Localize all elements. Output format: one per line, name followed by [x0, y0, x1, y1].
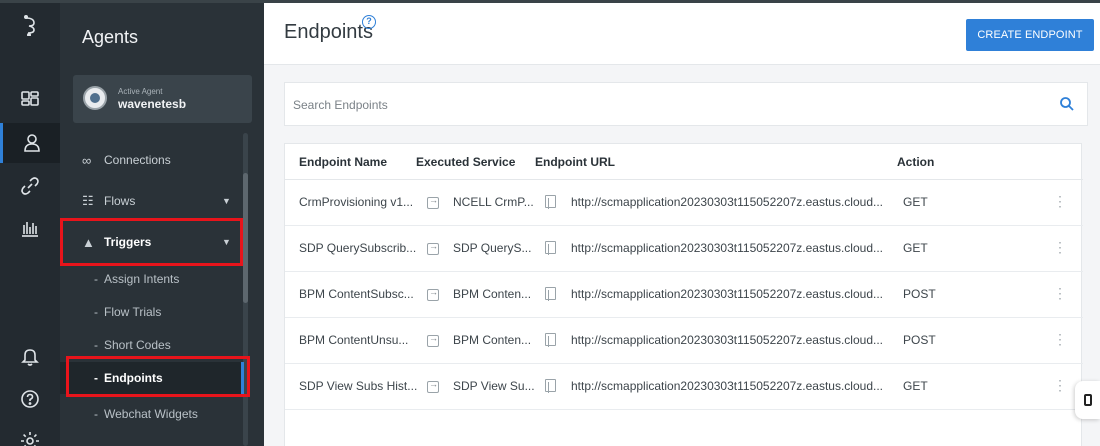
copy-icon[interactable]: [545, 241, 556, 255]
column-header-action[interactable]: Action: [897, 155, 934, 169]
executed-service: SDP View Su...: [453, 379, 535, 393]
help-icon[interactable]: [0, 379, 60, 419]
copy-icon[interactable]: [545, 379, 556, 393]
link-icon: ∞: [82, 152, 92, 168]
service-icon: [427, 287, 439, 301]
sidebar-item-label: Flows: [104, 194, 136, 208]
executed-service: BPM Conten...: [453, 287, 532, 301]
help-icon[interactable]: ?: [362, 15, 376, 29]
kebab-icon[interactable]: ⋮: [1053, 286, 1067, 300]
executed-service: BPM Conten...: [453, 333, 532, 347]
http-action: POST: [903, 333, 936, 347]
search-input[interactable]: [293, 94, 993, 116]
dashboard-icon[interactable]: [0, 80, 60, 120]
floating-widget-tab[interactable]: [1075, 381, 1100, 419]
page-header: Endpoints ? CREATE ENDPOINT: [264, 3, 1100, 65]
sidebar-item-label: Connections: [104, 153, 171, 167]
service-icon: [427, 195, 439, 209]
sidebar-title: Agents: [82, 27, 139, 47]
settings-icon[interactable]: [0, 421, 60, 446]
sidebar-item-connections[interactable]: ∞ Connections: [60, 142, 240, 178]
sidebar-subitem-flow-trials[interactable]: - Flow Trials: [60, 296, 244, 328]
endpoint-url: http://scmapplication20230303t115052207z…: [571, 241, 883, 255]
dash-marker: -: [94, 407, 98, 421]
kebab-icon[interactable]: ⋮: [1053, 194, 1067, 208]
endpoint-name: CrmProvisioning v1...: [299, 195, 414, 209]
kebab-icon[interactable]: ⋮: [1053, 240, 1067, 254]
sidebar-subitem-label: Short Codes: [104, 338, 171, 352]
sidebar-subitem-label: Webchat Widgets: [104, 407, 198, 421]
table-row[interactable]: BPM ContentUnsu... BPM Conten... http://…: [285, 318, 1083, 364]
copy-icon[interactable]: [545, 195, 556, 209]
main-content: Endpoints ? CREATE ENDPOINT Endpoint Nam…: [264, 3, 1100, 446]
sidebar-subitem-webchat-widgets[interactable]: - Webchat Widgets: [60, 398, 244, 430]
highlight-box-triggers: [60, 218, 243, 266]
search-icon[interactable]: [1059, 96, 1075, 112]
create-endpoint-button[interactable]: CREATE ENDPOINT: [966, 19, 1094, 51]
table-row-partial: [285, 434, 1083, 446]
analytics-icon[interactable]: [0, 208, 60, 248]
service-icon: [427, 333, 439, 347]
link-icon[interactable]: [0, 166, 60, 206]
chevron-down-icon: ▼: [222, 196, 231, 206]
endpoint-url: http://scmapplication20230303t115052207z…: [571, 195, 883, 209]
active-agent-card[interactable]: Active Agent wavenetesb: [73, 75, 252, 123]
agent-avatar: [83, 86, 107, 110]
dash-marker: -: [94, 338, 98, 352]
highlight-box-endpoints: [66, 356, 250, 397]
endpoint-url: http://scmapplication20230303t115052207z…: [571, 333, 883, 347]
sidebar-subitem-label: Flow Trials: [104, 305, 162, 319]
service-icon: [427, 241, 439, 255]
http-action: GET: [903, 241, 928, 255]
column-header-executed-service[interactable]: Executed Service: [416, 155, 515, 169]
column-header-endpoint-url[interactable]: Endpoint URL: [535, 155, 615, 169]
column-header-endpoint-name[interactable]: Endpoint Name: [299, 155, 387, 169]
table-row[interactable]: CrmProvisioning v1... NCELL CrmP... http…: [285, 180, 1083, 226]
endpoint-name: SDP View Subs Hist...: [299, 379, 418, 393]
executed-service: SDP QueryS...: [453, 241, 532, 255]
copy-icon[interactable]: [545, 287, 556, 301]
table-row[interactable]: SDP View Subs Hist... SDP View Su... htt…: [285, 364, 1083, 410]
agent-name: wavenetesb: [118, 97, 187, 111]
logo-icon[interactable]: [0, 5, 60, 45]
table-header: Endpoint Name Executed Service Endpoint …: [285, 144, 1083, 180]
bell-icon[interactable]: [0, 336, 60, 376]
table-row[interactable]: BPM ContentSubsc... BPM Conten... http:/…: [285, 272, 1083, 318]
dash-marker: -: [94, 305, 98, 319]
endpoint-url: http://scmapplication20230303t115052207z…: [571, 379, 883, 393]
copy-icon[interactable]: [545, 333, 556, 347]
icon-rail: [0, 3, 60, 446]
search-box: [284, 82, 1088, 126]
sidebar-subitem-assign-intents[interactable]: - Assign Intents: [60, 263, 244, 295]
endpoint-name: BPM ContentSubsc...: [299, 287, 414, 301]
sidebar-item-flows[interactable]: ☷ Flows ▼: [60, 183, 240, 219]
agent-subtitle: Active Agent: [118, 87, 163, 96]
endpoint-name: BPM ContentUnsu...: [299, 333, 409, 347]
endpoint-url: http://scmapplication20230303t115052207z…: [571, 287, 883, 301]
endpoint-name: SDP QuerySubscrib...: [299, 241, 417, 255]
kebab-icon[interactable]: ⋮: [1053, 332, 1067, 346]
kebab-icon[interactable]: ⋮: [1053, 378, 1067, 392]
endpoints-table: Endpoint Name Executed Service Endpoint …: [284, 143, 1083, 446]
http-action: GET: [903, 195, 928, 209]
page-title: Endpoints: [284, 21, 373, 43]
user-icon[interactable]: [0, 123, 60, 163]
executed-service: NCELL CrmP...: [453, 195, 534, 209]
hierarchy-icon: ☷: [82, 193, 94, 208]
http-action: GET: [903, 379, 928, 393]
dash-marker: -: [94, 272, 98, 286]
service-icon: [427, 379, 439, 393]
table-row[interactable]: SDP QuerySubscrib... SDP QueryS... http:…: [285, 226, 1083, 272]
http-action: POST: [903, 287, 936, 301]
sidebar-subitem-label: Assign Intents: [104, 272, 180, 286]
device-icon: [1083, 394, 1092, 406]
